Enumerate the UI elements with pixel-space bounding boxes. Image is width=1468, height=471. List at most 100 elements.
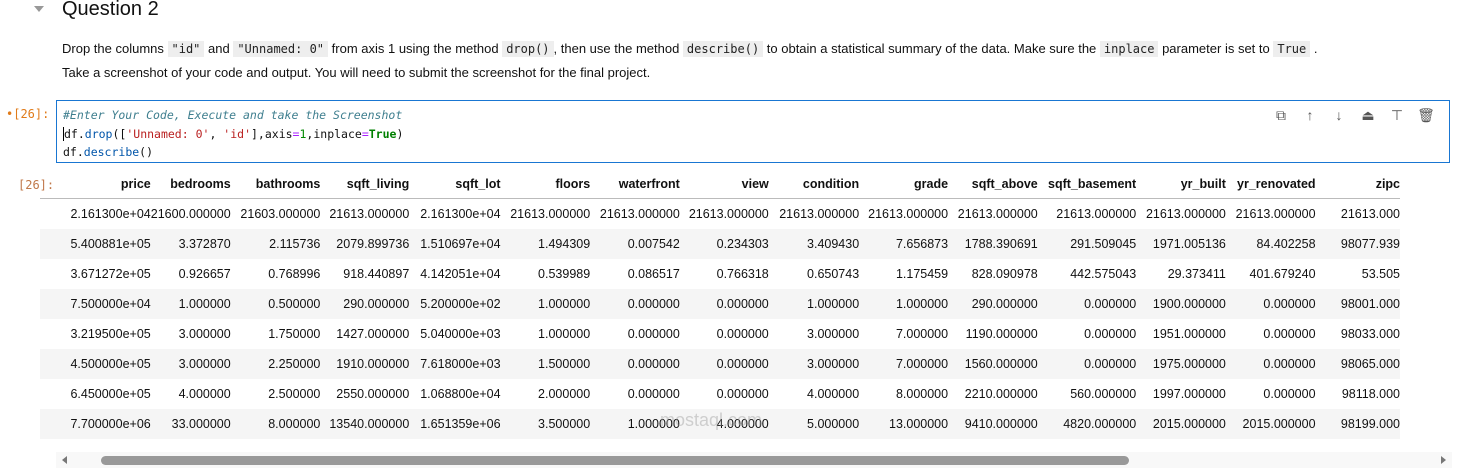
input-prompt: •[26]: bbox=[6, 107, 50, 121]
table-cell: 7.500000e+04 bbox=[70, 297, 151, 311]
table-cell: 1997.000000 bbox=[1152, 387, 1226, 401]
table-cell: 1.000000 bbox=[807, 297, 860, 311]
code-token: 'Unnamed: 0' bbox=[126, 126, 210, 141]
code-token: df. bbox=[63, 145, 84, 159]
duplicate-cell-icon[interactable]: ⧉ bbox=[1272, 106, 1290, 124]
table-cell: 1.175459 bbox=[895, 267, 949, 281]
table-cell: 1.500000 bbox=[538, 357, 591, 371]
table-cell: 1.068800e+04 bbox=[420, 387, 501, 401]
table-cell: 4.000000 bbox=[807, 387, 860, 401]
table-cell: 0.000000 bbox=[716, 357, 769, 371]
code-editor[interactable]: #Enter Your Code, Execute and take the S… bbox=[63, 106, 403, 162]
table-cell: 0.000000 bbox=[1263, 327, 1316, 341]
insert-above-icon[interactable]: ⏏ bbox=[1359, 106, 1377, 124]
table-cell: 0.000000 bbox=[627, 297, 680, 311]
table-row: td3.671272e+050.9266570.768996918.440897… bbox=[40, 259, 1400, 289]
code-token: drop bbox=[84, 126, 113, 141]
table-cell: 1971.005136 bbox=[1152, 237, 1226, 251]
table-cell: 29.373411 bbox=[1167, 267, 1226, 281]
insert-below-icon[interactable]: ⊤ bbox=[1388, 106, 1406, 124]
scrollbar-thumb[interactable] bbox=[101, 456, 1129, 465]
table-cell: 1900.000000 bbox=[1152, 297, 1226, 311]
column-header: bathrooms bbox=[230, 170, 321, 199]
table-cell: 21613.000000 bbox=[599, 207, 680, 221]
table-cell: 21613.000000 bbox=[510, 207, 591, 221]
table-cell: 13540.000000 bbox=[329, 417, 410, 431]
text: parameter is set to bbox=[1158, 41, 1274, 56]
table-cell: 0.768996 bbox=[268, 267, 321, 281]
table-cell: 1.494309 bbox=[538, 237, 591, 251]
scroll-left-icon[interactable] bbox=[62, 456, 67, 464]
text: and bbox=[204, 41, 234, 56]
table-cell: 0.766318 bbox=[716, 267, 769, 281]
code-token: df. bbox=[64, 126, 85, 141]
code-token: = bbox=[361, 126, 369, 141]
table-cell: 1.000000 bbox=[895, 297, 949, 311]
table-cell: 2.161300e+04 bbox=[420, 207, 501, 221]
table-cell: 1951.000000 bbox=[1152, 327, 1226, 341]
column-header: condition bbox=[768, 170, 860, 199]
column-header: yr_renovated bbox=[1225, 170, 1316, 199]
table-cell: 98077.939 bbox=[1340, 237, 1400, 251]
table-cell: 21613.000000 bbox=[1145, 207, 1226, 221]
table-cell: 13.000000 bbox=[889, 417, 949, 431]
column-header: yr_built bbox=[1136, 170, 1226, 199]
table-cell: 0.539989 bbox=[538, 267, 591, 281]
horizontal-scrollbar[interactable] bbox=[56, 452, 1452, 468]
table-cell: 0.007542 bbox=[627, 237, 680, 251]
scroll-right-icon[interactable] bbox=[1441, 456, 1446, 464]
column-header: sqft_basement bbox=[1037, 170, 1137, 199]
table-cell: 4820.000000 bbox=[1063, 417, 1137, 431]
table-cell: 0.234303 bbox=[716, 237, 769, 251]
table-cell: 2079.899736 bbox=[336, 237, 410, 251]
text: . bbox=[1310, 41, 1318, 56]
inline-code: describe() bbox=[682, 41, 764, 57]
column-header: floors bbox=[500, 170, 591, 199]
table-cell: 98033.000 bbox=[1340, 327, 1400, 341]
table-cell: 828.090978 bbox=[971, 267, 1038, 281]
table-cell: 0.500000 bbox=[268, 297, 321, 311]
table-cell: 53.505 bbox=[1361, 267, 1400, 281]
collapse-caret-icon[interactable] bbox=[34, 6, 44, 12]
table-cell: 5.200000e+02 bbox=[420, 297, 501, 311]
table-cell: 2210.000000 bbox=[964, 387, 1038, 401]
code-token: ],axis bbox=[251, 126, 293, 141]
table-cell: 21613.000000 bbox=[1056, 207, 1137, 221]
table-cell: 3.000000 bbox=[178, 357, 231, 371]
table-cell: 7.656873 bbox=[895, 237, 949, 251]
column-header: grade bbox=[859, 170, 949, 199]
table-row: %6.450000e+054.0000002.5000002550.000000… bbox=[40, 379, 1400, 409]
table-cell: 7.000000 bbox=[895, 357, 949, 371]
move-down-icon[interactable]: ↓ bbox=[1330, 106, 1348, 124]
code-token: 'id' bbox=[223, 126, 251, 141]
code-token: describe bbox=[83, 145, 140, 159]
table-cell: 4.500000e+05 bbox=[70, 357, 151, 371]
table-cell: 918.440897 bbox=[343, 267, 410, 281]
delete-icon[interactable]: 🗑 bbox=[1417, 106, 1435, 124]
code-token: ) bbox=[396, 126, 404, 141]
table-cell: 2015.000000 bbox=[1242, 417, 1316, 431]
table-cell: 3.409430 bbox=[807, 237, 860, 251]
table-cell: 1.000000 bbox=[178, 297, 231, 311]
table-cell: 0.000000 bbox=[716, 297, 769, 311]
text: , then use the method bbox=[553, 41, 683, 56]
column-header: sqft_living bbox=[320, 170, 410, 199]
table-cell: 0.000000 bbox=[1084, 357, 1137, 371]
table-cell: 9410.000000 bbox=[964, 417, 1038, 431]
move-up-icon[interactable]: ↑ bbox=[1301, 106, 1319, 124]
table-cell: 21613.000000 bbox=[957, 207, 1038, 221]
instructions: Drop the columns "id" and "Unnamed: 0" f… bbox=[62, 37, 1462, 85]
table-cell: 3.000000 bbox=[178, 327, 231, 341]
table-cell: 4.142051e+04 bbox=[420, 267, 501, 281]
column-header: price bbox=[40, 170, 151, 199]
table-cell: 442.575043 bbox=[1070, 267, 1137, 281]
table-cell: 1.000000 bbox=[538, 297, 591, 311]
table-cell: 3.000000 bbox=[807, 357, 860, 371]
table-cell: 0.000000 bbox=[1084, 297, 1137, 311]
table-cell: 401.679240 bbox=[1249, 267, 1316, 281]
table-cell: 2015.000000 bbox=[1152, 417, 1226, 431]
code-cell[interactable]: #Enter Your Code, Execute and take the S… bbox=[56, 100, 1450, 163]
table-cell: 0.000000 bbox=[1263, 297, 1316, 311]
column-header: view bbox=[679, 170, 769, 199]
column-header: zipc bbox=[1315, 170, 1400, 199]
